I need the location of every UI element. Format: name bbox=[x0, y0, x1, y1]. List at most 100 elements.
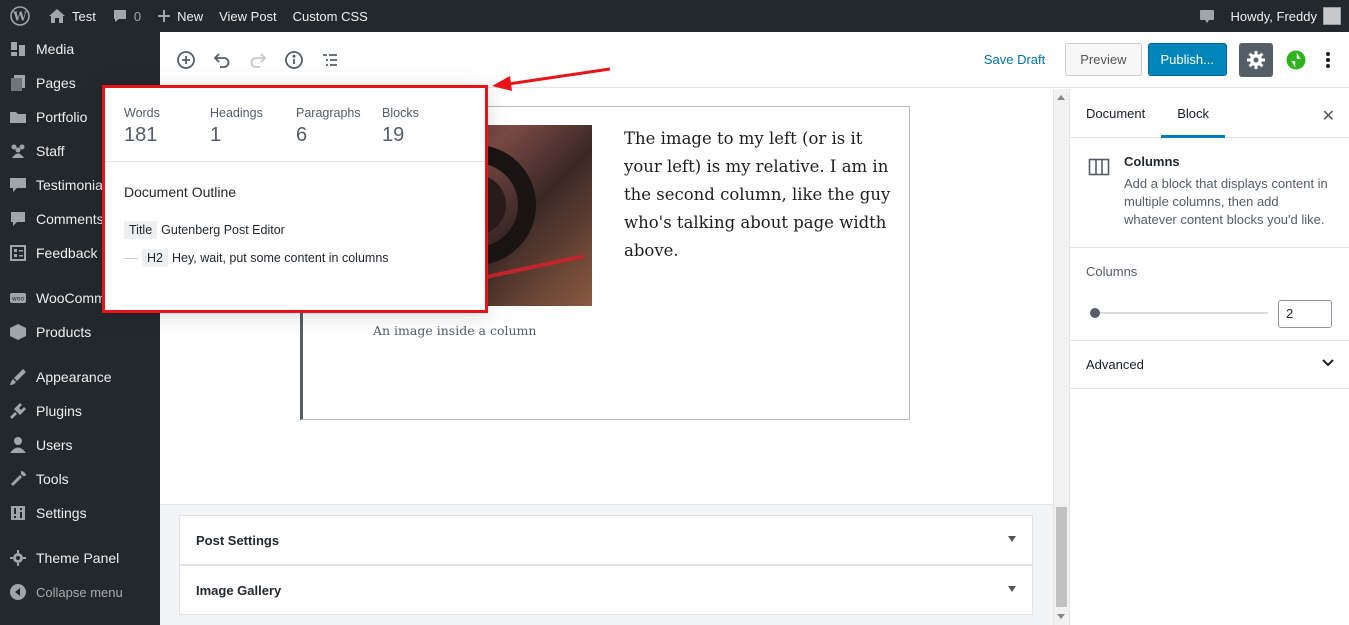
preview-button[interactable]: Preview bbox=[1065, 43, 1142, 76]
paragraph-count: Paragraphs 6 bbox=[296, 106, 361, 146]
document-outline: Document Outline Title Gutenberg Post Ed… bbox=[105, 162, 485, 290]
users-icon bbox=[10, 437, 26, 453]
save-draft-button[interactable]: Save Draft bbox=[984, 52, 1045, 67]
heading-count: Headings 1 bbox=[210, 106, 263, 146]
settings-toggle-button[interactable] bbox=[1239, 42, 1273, 77]
new-label: New bbox=[177, 8, 204, 24]
editor-header: Save Draft Preview Publish... bbox=[160, 32, 1349, 88]
avatar bbox=[1323, 7, 1341, 25]
svg-text:woo: woo bbox=[12, 296, 25, 303]
jetpack-icon bbox=[1286, 50, 1306, 69]
add-block-button[interactable] bbox=[168, 42, 204, 78]
columns-range-track[interactable] bbox=[1094, 312, 1268, 314]
tab-document[interactable]: Document bbox=[1070, 89, 1161, 138]
toggle-triangle-icon bbox=[1008, 586, 1016, 592]
comments-link[interactable]: 0 bbox=[104, 0, 149, 32]
comments-icon bbox=[11, 212, 25, 226]
h2-text: Hey, wait, put some content in columns bbox=[171, 251, 389, 265]
redo-button[interactable] bbox=[240, 42, 276, 78]
h2-tag: H2 bbox=[142, 249, 168, 267]
sidebar-item-tools[interactable]: Tools bbox=[0, 462, 160, 496]
post-settings-metabox[interactable]: Post Settings bbox=[179, 515, 1033, 565]
block-card: Columns Add a block that displays conten… bbox=[1070, 138, 1349, 248]
my-account-link[interactable]: Howdy, Freddy bbox=[1223, 0, 1349, 32]
feedback-icon bbox=[10, 245, 26, 261]
image-caption[interactable]: An image inside a column bbox=[373, 323, 536, 338]
sidebar-item-users[interactable]: Users bbox=[0, 428, 160, 462]
tab-block[interactable]: Block bbox=[1161, 89, 1226, 138]
word-count: Words 181 bbox=[124, 106, 160, 146]
woocommerce-icon: woo bbox=[10, 293, 26, 303]
tools-icon bbox=[11, 471, 26, 486]
block-description: Add a block that displays content in mul… bbox=[1124, 176, 1328, 227]
site-name-link[interactable]: Test bbox=[40, 0, 104, 32]
add-block-icon bbox=[177, 50, 195, 69]
editor-scrollbar[interactable] bbox=[1053, 89, 1069, 625]
howdy-text: Howdy, Freddy bbox=[1230, 8, 1317, 24]
content-info-button[interactable] bbox=[276, 42, 312, 78]
theme-panel-icon bbox=[10, 550, 26, 566]
block-count: Blocks 19 bbox=[382, 106, 419, 146]
redo-icon bbox=[250, 52, 267, 68]
outline-item-title[interactable]: Title Gutenberg Post Editor bbox=[124, 220, 466, 240]
title-tag: Title bbox=[124, 221, 158, 239]
toggle-triangle-icon bbox=[1008, 536, 1016, 542]
notifications-icon[interactable] bbox=[1191, 0, 1223, 32]
custom-css-link[interactable]: Custom CSS bbox=[285, 0, 376, 32]
info-icon bbox=[285, 50, 303, 69]
new-content-link[interactable]: New bbox=[149, 0, 211, 32]
wordpress-logo-icon[interactable]: W bbox=[0, 0, 40, 32]
annotation-arrow-icon bbox=[492, 67, 611, 91]
jetpack-button[interactable] bbox=[1279, 43, 1313, 77]
undo-icon bbox=[213, 52, 230, 68]
columns-panel: Columns 2 bbox=[1070, 248, 1349, 341]
admin-bar: W Test 0 New View Post Custom CSS Howdy,… bbox=[0, 0, 1349, 32]
title-text: Gutenberg Post Editor bbox=[161, 223, 285, 237]
collapse-arrow-icon bbox=[10, 584, 26, 600]
column-paragraph[interactable]: The image to my left (or is it your left… bbox=[624, 125, 904, 265]
media-icon bbox=[11, 42, 25, 56]
pages-icon bbox=[11, 75, 25, 91]
sidebar-item-plugins[interactable]: Plugins bbox=[0, 394, 160, 428]
site-name: Test bbox=[72, 8, 96, 24]
image-gallery-metabox[interactable]: Image Gallery bbox=[179, 565, 1033, 615]
columns-range-thumb[interactable] bbox=[1090, 308, 1100, 318]
undo-button[interactable] bbox=[204, 42, 240, 78]
svg-text:W: W bbox=[12, 10, 27, 24]
content-info-popover: Words 181 Headings 1 Paragraphs 6 Blocks… bbox=[102, 85, 488, 313]
publish-button[interactable]: Publish... bbox=[1147, 43, 1227, 76]
content-counts: Words 181 Headings 1 Paragraphs 6 Blocks… bbox=[105, 88, 485, 162]
scrollbar-thumb[interactable] bbox=[1056, 507, 1067, 607]
more-vertical-icon bbox=[1326, 51, 1330, 68]
scroll-down-arrow-icon[interactable] bbox=[1057, 614, 1065, 619]
settings-sidebar: Document Block ✕ Columns Add a block tha… bbox=[1069, 89, 1349, 625]
close-icon[interactable]: ✕ bbox=[1322, 106, 1335, 126]
sidebar-item-theme-panel[interactable]: Theme Panel bbox=[0, 541, 160, 575]
advanced-panel-toggle[interactable]: Advanced bbox=[1070, 341, 1349, 389]
sidebar-item-appearance[interactable]: Appearance bbox=[0, 360, 160, 394]
testimonials-icon bbox=[10, 178, 26, 192]
block-title: Columns bbox=[1124, 154, 1180, 169]
meta-boxes-area: Post Settings Image Gallery bbox=[160, 504, 1053, 625]
scroll-up-arrow-icon[interactable] bbox=[1057, 95, 1065, 100]
sidebar-item-settings[interactable]: Settings bbox=[0, 496, 160, 530]
sidebar-item-media[interactable]: Media bbox=[0, 32, 160, 66]
portfolio-icon bbox=[10, 112, 26, 123]
view-post-link[interactable]: View Post bbox=[211, 0, 285, 32]
columns-number-input[interactable]: 2 bbox=[1278, 300, 1332, 328]
outline-item-h2[interactable]: H2 Hey, wait, put some content in column… bbox=[124, 248, 466, 268]
comment-bubble-icon bbox=[113, 10, 126, 22]
plugins-icon bbox=[10, 403, 26, 419]
columns-block-icon bbox=[1088, 158, 1110, 176]
outline-title: Document Outline bbox=[124, 184, 237, 200]
products-icon bbox=[10, 324, 26, 340]
sidebar-item-products[interactable]: Products bbox=[0, 315, 160, 349]
settings-tabs: Document Block ✕ bbox=[1070, 89, 1349, 138]
more-menu-button[interactable] bbox=[1313, 43, 1343, 77]
comments-count: 0 bbox=[133, 8, 142, 24]
block-navigation-button[interactable] bbox=[312, 42, 348, 78]
list-view-icon bbox=[323, 53, 337, 66]
columns-label: Columns bbox=[1086, 264, 1138, 279]
collapse-menu-button[interactable]: Collapse menu bbox=[0, 575, 160, 609]
appearance-icon bbox=[10, 369, 26, 385]
